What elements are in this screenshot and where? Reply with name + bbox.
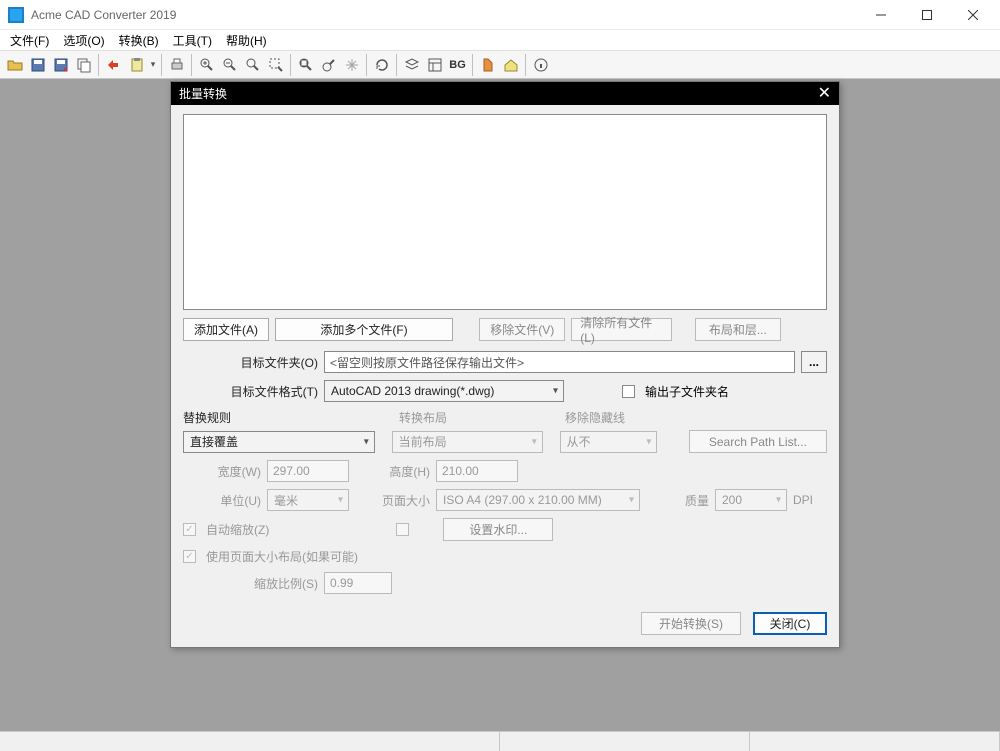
batch-convert-icon[interactable] xyxy=(102,54,125,76)
maximize-button[interactable] xyxy=(904,0,950,30)
remove-hidden-label: 移除隐藏线 xyxy=(565,409,685,426)
width-input[interactable]: 297.00 xyxy=(267,460,349,482)
statusbar xyxy=(0,731,1000,751)
titlebar: Acme CAD Converter 2019 xyxy=(0,0,1000,30)
status-cell xyxy=(500,732,750,751)
convert-layout-label: 转换布局 xyxy=(399,409,559,426)
target-folder-label: 目标文件夹(O) xyxy=(183,354,318,371)
viewer-icon[interactable] xyxy=(476,54,499,76)
save-icon[interactable] xyxy=(26,54,49,76)
minimize-button[interactable] xyxy=(858,0,904,30)
unit-label: 单位(U) xyxy=(183,492,261,509)
dialog-titlebar[interactable]: 批量转换 ✕ xyxy=(171,82,839,105)
replace-rule-label: 替换规则 xyxy=(183,409,243,426)
app-title: Acme CAD Converter 2019 xyxy=(31,8,858,22)
zoom-all-icon[interactable] xyxy=(317,54,340,76)
unknown-checkbox[interactable] xyxy=(396,523,409,536)
width-label: 宽度(W) xyxy=(183,463,261,480)
zoom-ratio-label: 缩放比例(S) xyxy=(183,575,318,592)
target-format-select[interactable]: AutoCAD 2013 drawing(*.dwg) xyxy=(324,380,564,402)
paste-dropdown-icon[interactable]: ▾ xyxy=(148,59,158,70)
workspace: 批量转换 ✕ 添加文件(A) 添加多个文件(F) 移除文件(V) 清除所有文件(… xyxy=(0,79,1000,731)
close-button[interactable] xyxy=(950,0,996,30)
unit-select[interactable]: 毫米 xyxy=(267,489,349,511)
zoom-icon[interactable] xyxy=(241,54,264,76)
copy-icon[interactable] xyxy=(72,54,95,76)
replace-rule-select[interactable]: 直接覆盖 xyxy=(183,431,375,453)
app-icon xyxy=(8,7,24,23)
quality-select[interactable]: 200 xyxy=(715,489,787,511)
refresh-icon[interactable] xyxy=(370,54,393,76)
menu-convert[interactable]: 转换(B) xyxy=(113,30,165,51)
auto-zoom-label: 自动缩放(Z) xyxy=(206,521,269,538)
menu-options[interactable]: 选项(O) xyxy=(57,30,110,51)
page-size-select[interactable]: ISO A4 (297.00 x 210.00 MM) xyxy=(436,489,640,511)
status-cell xyxy=(750,732,1000,751)
save-as-icon[interactable] xyxy=(49,54,72,76)
info-icon[interactable] xyxy=(529,54,552,76)
zoom-in-icon[interactable] xyxy=(195,54,218,76)
watermark-button[interactable]: 设置水印... xyxy=(443,518,553,541)
zoom-out-icon[interactable] xyxy=(218,54,241,76)
search-path-button[interactable]: Search Path List... xyxy=(689,430,827,453)
menu-tools[interactable]: 工具(T) xyxy=(167,30,218,51)
use-page-layout-label: 使用页面大小布局(如果可能) xyxy=(206,548,358,565)
output-subfolder-checkbox[interactable] xyxy=(622,385,635,398)
file-list[interactable] xyxy=(183,114,827,310)
print-icon[interactable] xyxy=(165,54,188,76)
status-cell xyxy=(0,732,500,751)
dpi-label: DPI xyxy=(793,493,821,507)
auto-zoom-checkbox[interactable] xyxy=(183,523,196,536)
use-page-layout-checkbox[interactable] xyxy=(183,550,196,563)
toolbar: ▾ BG xyxy=(0,51,1000,79)
open-icon[interactable] xyxy=(3,54,26,76)
add-multiple-files-button[interactable]: 添加多个文件(F) xyxy=(275,318,453,341)
height-input[interactable]: 210.00 xyxy=(436,460,518,482)
convert-layout-select[interactable]: 当前布局 xyxy=(392,431,543,453)
output-subfolder-label: 输出子文件夹名 xyxy=(645,383,729,400)
dialog-title: 批量转换 xyxy=(179,85,818,102)
menubar: 文件(F) 选项(O) 转换(B) 工具(T) 帮助(H) xyxy=(0,30,1000,51)
remove-file-button[interactable]: 移除文件(V) xyxy=(479,318,565,341)
height-label: 高度(H) xyxy=(355,463,430,480)
layout-icon[interactable] xyxy=(423,54,446,76)
bg-toggle-icon[interactable]: BG xyxy=(446,54,469,76)
menu-file[interactable]: 文件(F) xyxy=(4,30,55,51)
quality-label: 质量 xyxy=(646,492,709,509)
target-folder-input[interactable]: <留空则按原文件路径保存输出文件> xyxy=(324,351,795,373)
start-convert-button[interactable]: 开始转换(S) xyxy=(641,612,741,635)
browse-folder-button[interactable]: ... xyxy=(801,351,827,373)
menu-help[interactable]: 帮助(H) xyxy=(220,30,273,51)
paste-icon[interactable] xyxy=(125,54,148,76)
dialog-close-icon[interactable]: ✕ xyxy=(818,86,831,102)
page-size-label: 页面大小 xyxy=(355,492,430,509)
close-dialog-button[interactable]: 关闭(C) xyxy=(753,612,827,635)
zoom-window-icon[interactable] xyxy=(264,54,287,76)
layouts-layers-button[interactable]: 布局和层... xyxy=(695,318,781,341)
pan-icon[interactable] xyxy=(340,54,363,76)
home-icon[interactable] xyxy=(499,54,522,76)
add-file-button[interactable]: 添加文件(A) xyxy=(183,318,269,341)
layers-icon[interactable] xyxy=(400,54,423,76)
zoom-extents-icon[interactable] xyxy=(294,54,317,76)
target-format-label: 目标文件格式(T) xyxy=(183,383,318,400)
remove-hidden-select[interactable]: 从不 xyxy=(560,431,658,453)
clear-all-button[interactable]: 清除所有文件(L) xyxy=(571,318,672,341)
zoom-ratio-input[interactable]: 0.99 xyxy=(324,572,392,594)
batch-convert-dialog: 批量转换 ✕ 添加文件(A) 添加多个文件(F) 移除文件(V) 清除所有文件(… xyxy=(170,81,840,648)
